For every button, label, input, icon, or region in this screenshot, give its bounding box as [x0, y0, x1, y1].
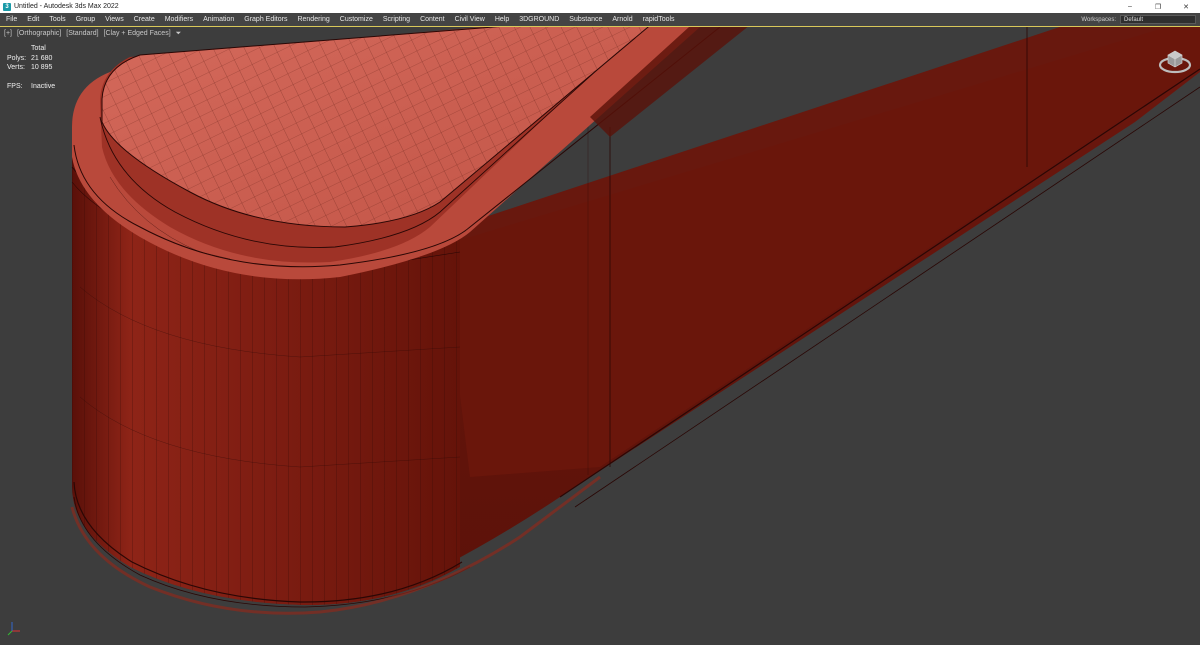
menu-substance[interactable]: Substance: [564, 13, 607, 26]
menu-arnold[interactable]: Arnold: [607, 13, 637, 26]
menu-3dground[interactable]: 3DGROUND: [514, 13, 564, 26]
stats-polys-label: Polys:: [7, 54, 27, 62]
menu-graph-editors[interactable]: Graph Editors: [239, 13, 292, 26]
stats-verts-label: Verts:: [7, 64, 25, 71]
close-button[interactable]: ✕: [1172, 0, 1200, 13]
viewport-shading-standard[interactable]: [Standard]: [66, 30, 98, 37]
menu-create[interactable]: Create: [129, 13, 160, 26]
menu-file[interactable]: File: [0, 13, 22, 26]
menu-customize[interactable]: Customize: [335, 13, 378, 26]
minimize-button[interactable]: –: [1116, 0, 1144, 13]
menu-help[interactable]: Help: [490, 13, 514, 26]
workspaces-control: Workspaces: Default: [1081, 14, 1196, 25]
stats-fps-row: FPS: Inactive: [7, 82, 55, 92]
workspaces-dropdown[interactable]: Default: [1120, 15, 1196, 24]
menu-tools[interactable]: Tools: [44, 13, 70, 26]
stats-polys-value: 21 680: [31, 54, 53, 62]
viewport-statistics: Total Polys: 21 680 Verts: 10 895 FPS: I…: [7, 44, 55, 91]
app-window: 3 Untitled - Autodesk 3ds Max 2022 – ❐ ✕…: [0, 0, 1200, 645]
stats-fps-value: Inactive: [31, 82, 56, 90]
menu-animation[interactable]: Animation: [198, 13, 239, 26]
menu-civil-view[interactable]: Civil View: [450, 13, 490, 26]
menu-rapidtools[interactable]: rapidTools: [638, 13, 680, 26]
menu-rendering[interactable]: Rendering: [292, 13, 334, 26]
stats-verts-value: 10 895: [31, 64, 53, 71]
viewport-orthographic[interactable]: [+] [Orthographic] [Standard] [Clay + Ed…: [0, 26, 1200, 645]
stats-header: Total: [31, 45, 46, 52]
viewport-pov-label[interactable]: [Orthographic]: [17, 30, 61, 37]
app-icon: 3: [3, 2, 11, 11]
workspaces-label: Workspaces:: [1081, 16, 1116, 23]
window-controls: – ❐ ✕: [1116, 0, 1200, 13]
stats-fps-label: FPS:: [7, 82, 23, 90]
stats-polys-row: Polys: 21 680: [7, 54, 55, 64]
viewport-display-mode[interactable]: [Clay + Edged Faces]: [104, 30, 171, 37]
menu-views[interactable]: Views: [100, 13, 129, 26]
window-title: Untitled - Autodesk 3ds Max 2022: [14, 3, 119, 10]
stats-verts-row: Verts: 10 895: [7, 63, 55, 73]
funnel-icon[interactable]: ⏷: [176, 30, 182, 37]
menu-content[interactable]: Content: [415, 13, 450, 26]
menu-scripting[interactable]: Scripting: [378, 13, 415, 26]
title-bar: 3 Untitled - Autodesk 3ds Max 2022 – ❐ ✕: [0, 0, 1200, 13]
viewport-menu-plus[interactable]: [+]: [4, 30, 12, 37]
restore-button[interactable]: ❐: [1144, 0, 1172, 13]
menu-edit[interactable]: Edit: [22, 13, 44, 26]
menu-bar: File Edit Tools Group Views Create Modif…: [0, 13, 1200, 26]
viewport-scene[interactable]: [0, 27, 1200, 645]
axis-tripod-icon: [7, 622, 20, 636]
menu-group[interactable]: Group: [71, 13, 100, 26]
viewcube-icon[interactable]: [1158, 45, 1192, 75]
viewport-label[interactable]: [+] [Orthographic] [Standard] [Clay + Ed…: [4, 30, 184, 38]
menu-modifiers[interactable]: Modifiers: [160, 13, 198, 26]
